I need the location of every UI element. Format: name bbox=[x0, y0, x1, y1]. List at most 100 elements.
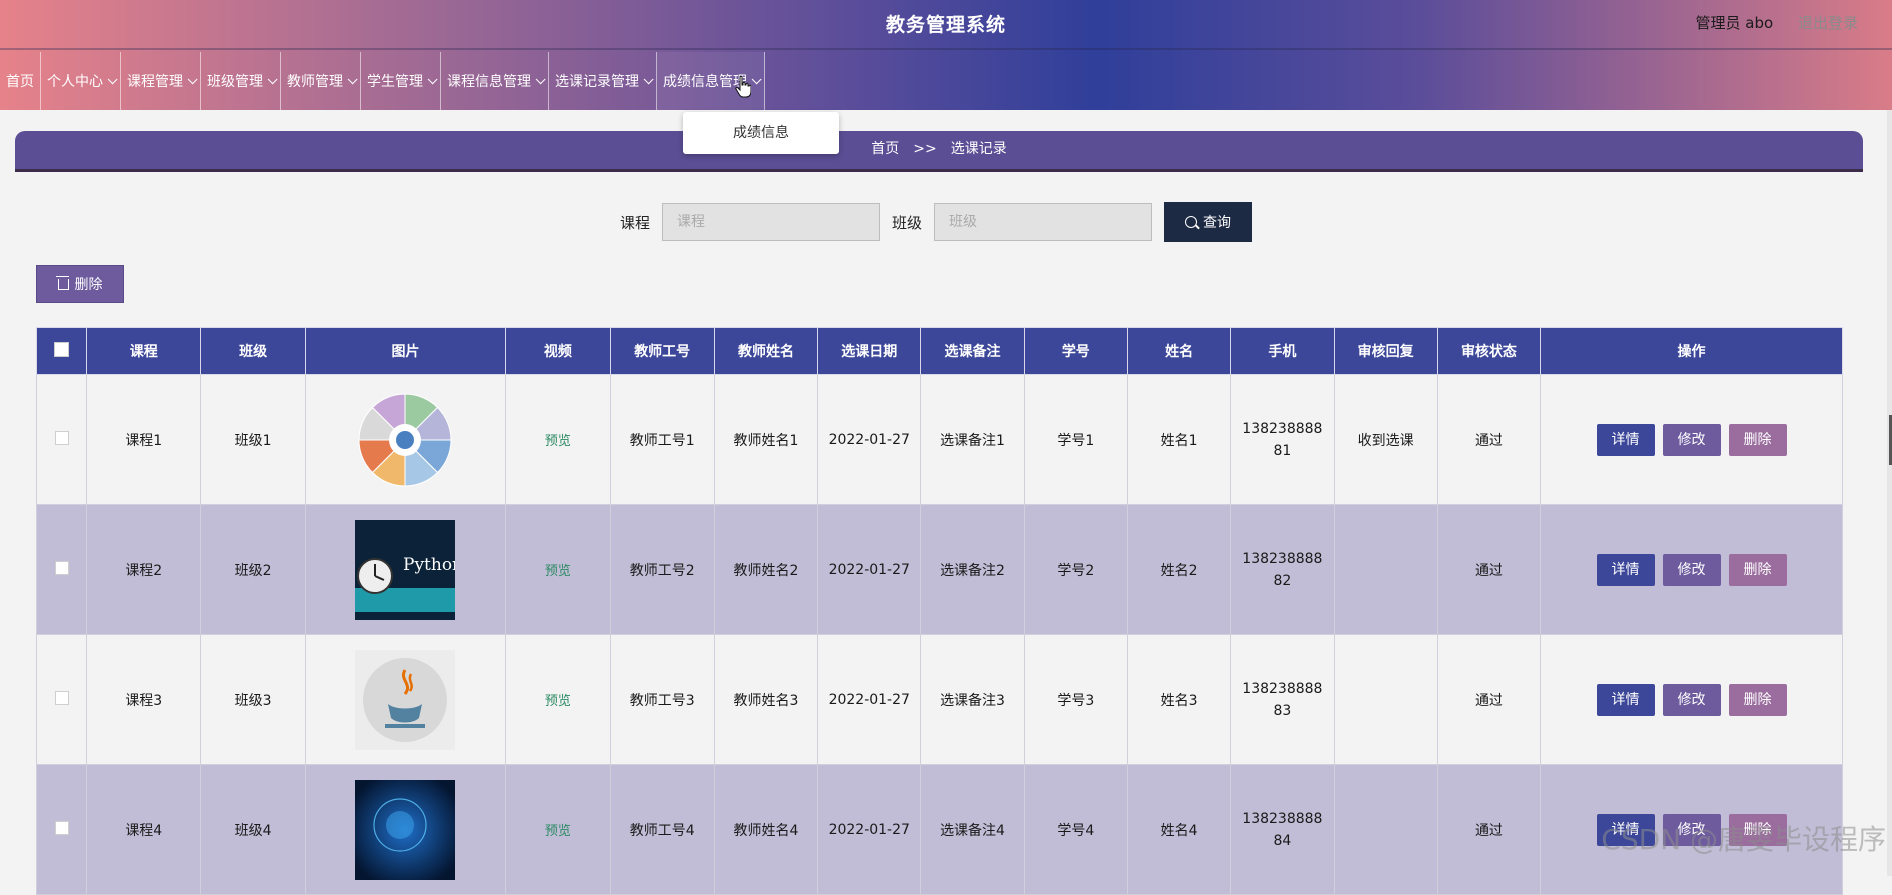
cell-class: 班级3 bbox=[200, 634, 306, 765]
delete-button[interactable]: 删除 bbox=[1728, 683, 1787, 716]
python-clock-image[interactable]: Python bbox=[355, 519, 456, 620]
phone-line-2: 83 bbox=[1273, 702, 1292, 719]
delete-button[interactable]: 删除 bbox=[1728, 423, 1787, 456]
chevron-down-icon bbox=[267, 73, 278, 84]
cell-reply bbox=[1333, 634, 1438, 765]
delete-button[interactable]: 删除 bbox=[1728, 553, 1787, 586]
search-bar: 课程 班级 查询 bbox=[620, 202, 1253, 242]
cell-teacher-name: 教师姓名4 bbox=[713, 764, 819, 895]
table-body: 课程1 班级1 预览 教师工号1 教师姓名1 2022-01-27 选课备注1 学号1 姓名1 1… bbox=[35, 374, 1843, 895]
query-label: 查询 bbox=[1203, 215, 1232, 231]
class-input[interactable] bbox=[934, 203, 1153, 241]
cell-teacher-no: 教师工号3 bbox=[609, 634, 715, 765]
nav-item-4[interactable]: 教师管理 bbox=[281, 52, 361, 110]
edit-button[interactable]: 修改 bbox=[1662, 423, 1721, 456]
video-preview-link[interactable]: 预览 bbox=[545, 564, 571, 579]
video-preview-link[interactable]: 预览 bbox=[545, 434, 571, 449]
records-table: 课程 班级 图片 视频 教师工号 教师姓名 选课日期 选课备注 学号 姓名 手机 审核回复 审核状态 操作… bbox=[35, 327, 1843, 895]
cell-teacher-name: 教师姓名3 bbox=[713, 634, 819, 765]
title-bar: 教务管理系统 管理员 abo 退出登录 bbox=[0, 0, 1892, 50]
cell-reply bbox=[1333, 504, 1438, 635]
row-select-cell bbox=[35, 374, 88, 505]
phone-line-1: 138238888 bbox=[1242, 420, 1323, 437]
chart-wheel-image[interactable] bbox=[355, 390, 455, 490]
cell-remark: 选课备注4 bbox=[920, 764, 1025, 895]
column-header: 审核回复 bbox=[1333, 327, 1438, 375]
cell-class: 班级4 bbox=[200, 764, 306, 895]
dropdown-menu: 成绩信息 bbox=[683, 112, 839, 154]
phone-cell: 138238888 81 bbox=[1230, 374, 1335, 505]
phone-line-2: 84 bbox=[1273, 832, 1292, 849]
cell-status: 通过 bbox=[1436, 504, 1542, 635]
chevron-down-icon bbox=[643, 73, 654, 84]
edit-button[interactable]: 修改 bbox=[1662, 683, 1721, 716]
column-header: 审核状态 bbox=[1436, 327, 1542, 375]
column-header: 操作 bbox=[1540, 327, 1843, 375]
cell-name: 姓名2 bbox=[1126, 504, 1232, 635]
main-nav: 首页 个人中心 课程管理 班级管理 教师管理 学生管理 课程信息管理 选课记录管理 成绩信息管理 bbox=[0, 52, 765, 110]
row-checkbox[interactable] bbox=[54, 820, 69, 835]
chevron-down-icon bbox=[427, 73, 438, 84]
java-logo-image[interactable] bbox=[355, 649, 456, 750]
row-checkbox[interactable] bbox=[54, 560, 69, 575]
image-cell bbox=[304, 374, 507, 505]
user-area: 管理员 abo 退出登录 bbox=[1696, 12, 1858, 33]
phone-cell: 138238888 84 bbox=[1230, 764, 1335, 895]
detail-button[interactable]: 详情 bbox=[1596, 683, 1655, 716]
cell-student-no: 学号4 bbox=[1023, 764, 1128, 895]
cell-name: 姓名3 bbox=[1126, 634, 1232, 765]
chevron-down-icon bbox=[535, 73, 546, 84]
row-checkbox[interactable] bbox=[54, 690, 69, 705]
actions-cell: 详情 修改 删除 bbox=[1540, 634, 1843, 765]
column-header: 教师工号 bbox=[609, 327, 715, 375]
nav-item-2[interactable]: 课程管理 bbox=[121, 52, 201, 110]
cell-student-no: 学号2 bbox=[1023, 504, 1128, 635]
logout-link[interactable]: 退出登录 bbox=[1798, 14, 1858, 32]
detail-button[interactable]: 详情 bbox=[1596, 423, 1655, 456]
nav-label: 教师管理 bbox=[287, 74, 343, 90]
batch-delete-label: 删除 bbox=[74, 277, 103, 293]
select-all-checkbox[interactable] bbox=[54, 341, 70, 357]
column-header: 课程 bbox=[86, 327, 202, 375]
column-header: 姓名 bbox=[1126, 327, 1232, 375]
actions-cell: 详情 修改 删除 bbox=[1540, 504, 1843, 635]
nav-item-0[interactable]: 首页 bbox=[0, 52, 41, 110]
cell-date: 2022-01-27 bbox=[817, 374, 922, 505]
detail-button[interactable]: 详情 bbox=[1596, 553, 1655, 586]
nav-item-7[interactable]: 选课记录管理 bbox=[549, 52, 657, 110]
blue-tech-image[interactable] bbox=[355, 779, 456, 880]
table-row: 课程2班级2 Python 预览 教师工号2教师姓名22022-01-27选课备注2学… bbox=[35, 504, 1843, 635]
column-header: 图片 bbox=[304, 327, 507, 375]
cell-reply: 收到选课 bbox=[1333, 374, 1438, 505]
app-title: 教务管理系统 bbox=[885, 14, 1006, 36]
nav-item-1[interactable]: 个人中心 bbox=[41, 52, 121, 110]
scrollbar[interactable] bbox=[1887, 110, 1892, 876]
nav-item-5[interactable]: 学生管理 bbox=[361, 52, 441, 110]
query-button[interactable]: 查询 bbox=[1164, 202, 1253, 242]
batch-delete-button[interactable]: 删除 bbox=[36, 265, 124, 303]
column-header: 学号 bbox=[1023, 327, 1128, 375]
video-preview-link[interactable]: 预览 bbox=[545, 824, 571, 839]
nav-item-3[interactable]: 班级管理 bbox=[201, 52, 281, 110]
cell-teacher-no: 教师工号2 bbox=[609, 504, 715, 635]
course-label: 课程 bbox=[620, 213, 651, 232]
image-cell bbox=[304, 764, 507, 895]
row-checkbox[interactable] bbox=[54, 430, 69, 445]
edit-button[interactable]: 修改 bbox=[1662, 553, 1721, 586]
video-preview-link[interactable]: 预览 bbox=[545, 694, 571, 709]
breadcrumb-separator: >> bbox=[913, 141, 937, 157]
cell-course: 课程4 bbox=[86, 764, 202, 895]
image-cell bbox=[304, 634, 507, 765]
column-header: 教师姓名 bbox=[713, 327, 819, 375]
nav-item-6[interactable]: 课程信息管理 bbox=[441, 52, 549, 110]
table-row: 课程1 班级1 预览 教师工号1 教师姓名1 2022-01-27 选课备注1 学号1 姓名1 1… bbox=[35, 374, 1843, 505]
column-header: 班级 bbox=[200, 327, 306, 375]
column-header: 选课备注 bbox=[920, 327, 1025, 375]
breadcrumb-home[interactable]: 首页 bbox=[871, 141, 899, 157]
cell-course: 课程2 bbox=[86, 504, 202, 635]
column-header: 手机 bbox=[1230, 327, 1335, 375]
video-cell: 预览 bbox=[505, 634, 611, 765]
course-input[interactable] bbox=[662, 203, 881, 241]
dropdown-item-score-info[interactable]: 成绩信息 bbox=[733, 125, 789, 141]
cell-teacher-name: 教师姓名1 bbox=[713, 374, 819, 505]
